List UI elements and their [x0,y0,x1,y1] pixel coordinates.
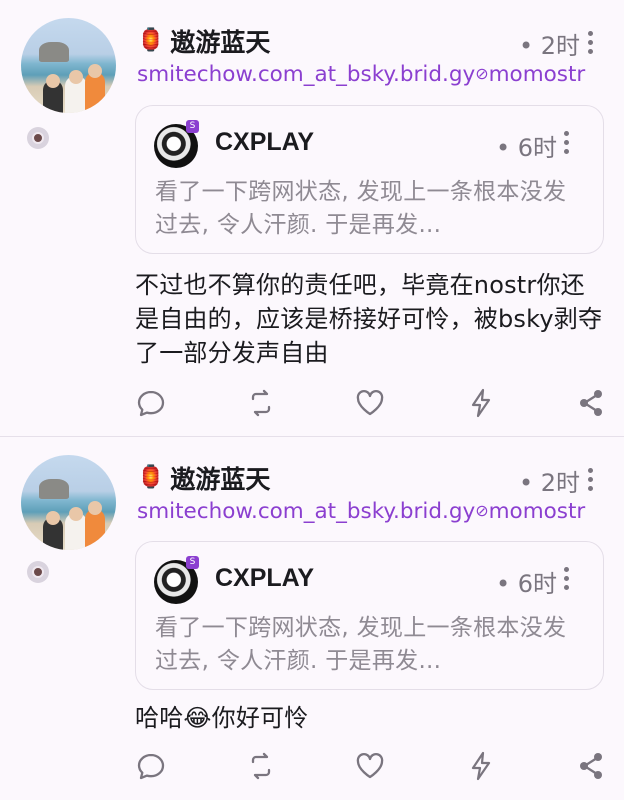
post[interactable]: 🏮 遨游蓝天 • 2时 smitechow.com_at_bsky.brid.g… [0,437,624,800]
action-bar [135,387,605,423]
avatar[interactable] [21,455,116,550]
repost-icon[interactable] [245,387,277,419]
avatar[interactable] [21,18,116,113]
author-row[interactable]: 🏮 遨游蓝天 [137,24,270,58]
verified-icon: ⊘ [475,64,489,83]
like-icon[interactable] [354,387,386,419]
post-body: 哈哈😂你好可怜 [135,704,309,732]
reply-icon[interactable] [135,387,167,419]
zap-icon[interactable] [465,750,497,782]
quoted-badge-icon: S [186,556,199,569]
like-icon[interactable] [354,750,386,782]
share-icon[interactable] [575,387,607,419]
post-body: 不过也不算你的责任吧，毕竟在nostr你还是自由的，应该是桥接好可怜，被bsky… [135,271,603,367]
repost-icon[interactable] [245,750,277,782]
author-handle[interactable]: smitechow.com_at_bsky.brid.gy⊘momostr [137,499,585,524]
quoted-text: 看了一下跨网状态, 发现上一条根本没发过去, 令人汗颜. 于是再发... [155,179,567,238]
author-name[interactable]: 遨游蓝天 [170,460,270,496]
quoted-post[interactable]: S CXPLAY • 6时 看了一下跨网状态, 发现上一条根本没发过去, 令人汗… [135,541,604,690]
client-badge-icon [27,561,49,583]
quoted-post-time: • 6时 [495,570,557,598]
post-time: • 2时 [518,469,580,497]
post[interactable]: 🏮 遨游蓝天 • 2时 smitechow.com_at_bsky.brid.g… [0,0,624,436]
post-time: • 2时 [518,32,580,60]
quoted-more-options-icon[interactable] [564,131,570,158]
quoted-text: 看了一下跨网状态, 发现上一条根本没发过去, 令人汗颜. 于是再发... [155,615,567,674]
author-handle[interactable]: smitechow.com_at_bsky.brid.gy⊘momostr [137,62,585,87]
lantern-icon: 🏮 [137,465,165,490]
reply-icon[interactable] [135,750,167,782]
action-bar [135,750,605,786]
author-row[interactable]: 🏮 遨游蓝天 [137,461,270,495]
quoted-post-time: • 6时 [495,134,557,162]
client-badge-icon [27,127,49,149]
quoted-badge-icon: S [186,120,199,133]
more-options-icon[interactable] [588,468,594,496]
quoted-post[interactable]: S CXPLAY • 6时 看了一下跨网状态, 发现上一条根本没发过去, 令人汗… [135,105,604,254]
quoted-author-name: CXPLAY [215,564,315,592]
author-name[interactable]: 遨游蓝天 [170,23,270,59]
verified-icon: ⊘ [475,501,489,520]
more-options-icon[interactable] [588,31,594,59]
quoted-more-options-icon[interactable] [564,567,570,594]
zap-icon[interactable] [465,387,497,419]
share-icon[interactable] [575,750,607,782]
quoted-author-name: CXPLAY [215,128,315,156]
lantern-icon: 🏮 [137,28,165,53]
